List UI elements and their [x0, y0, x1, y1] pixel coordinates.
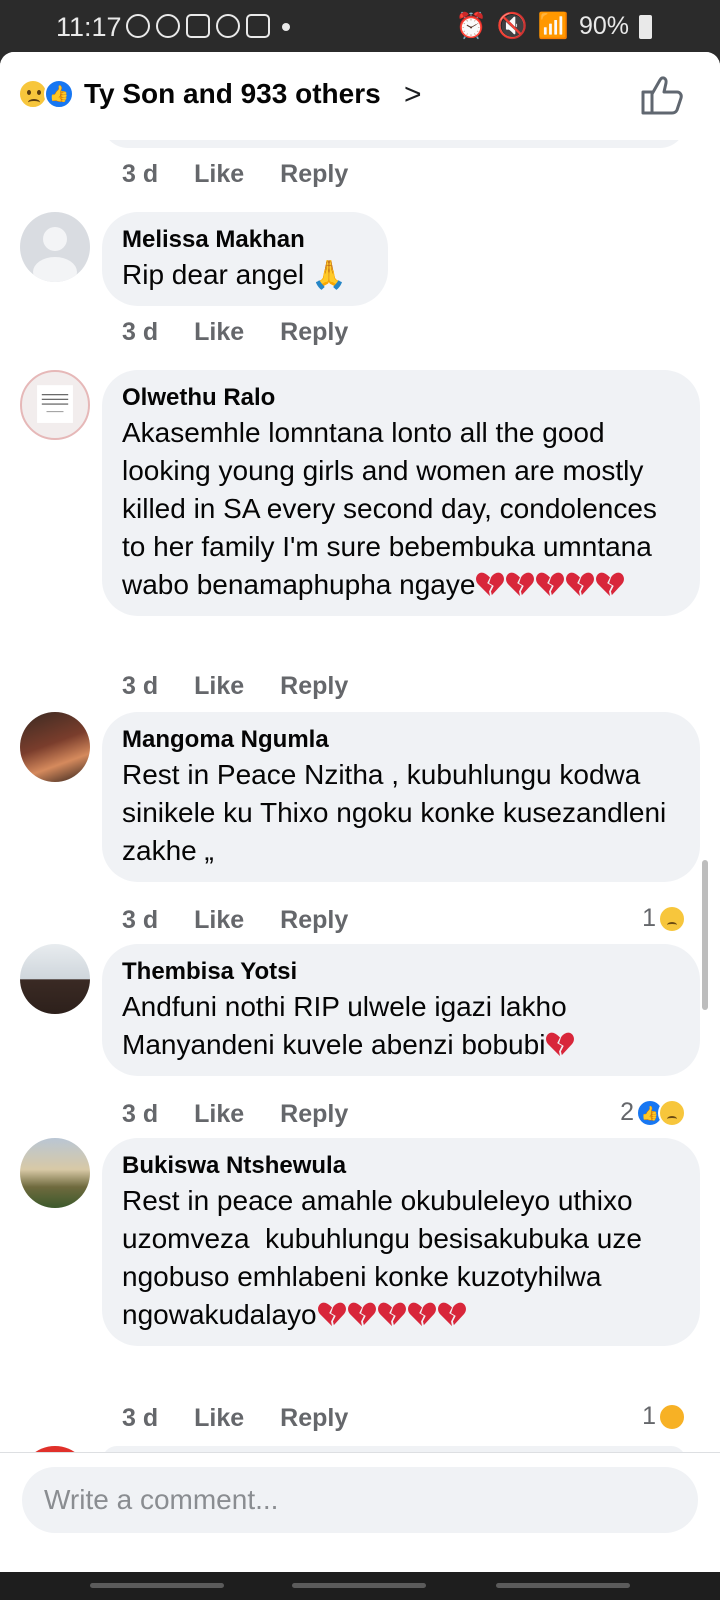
comment-age: 3 d	[122, 906, 159, 934]
reply-link[interactable]: Reply	[280, 906, 348, 935]
comment-age: 3 d	[122, 160, 159, 188]
reactions-header[interactable]: 👍 Ty Son and 933 others >	[0, 52, 720, 140]
thumbs-up-icon[interactable]	[640, 74, 686, 116]
notification-icon	[216, 14, 240, 38]
broken-heart-icon	[317, 1302, 346, 1327]
comment-bubble[interactable]: Melissa Makhan Rip dear angel 🙏	[102, 212, 388, 306]
comment-actions: 3 d Like Reply	[122, 1404, 348, 1433]
reaction-count: 1	[642, 1402, 656, 1430]
battery-level: 90%	[578, 12, 629, 40]
nav-recent-button[interactable]	[90, 1583, 224, 1588]
status-time: 11:17	[56, 12, 122, 42]
inbox-icon	[246, 14, 270, 38]
reply-link[interactable]: Reply	[280, 1404, 348, 1433]
comment-age: 3 d	[122, 1100, 159, 1128]
system-nav-bar	[0, 1572, 720, 1600]
comments-sheet: 👍 Ty Son and 933 others > 3 d Like Reply…	[0, 52, 720, 1572]
avatar[interactable]	[20, 712, 90, 782]
chevron-right-icon[interactable]: >	[404, 78, 422, 112]
comment-composer	[0, 1452, 720, 1572]
comment-text: Rip dear angel 🙏	[122, 259, 347, 290]
reaction-count: 2	[620, 1098, 634, 1126]
comment-age: 3 d	[122, 1404, 159, 1432]
comment-bubble[interactable]: Bukiswa Ntshewula Rest in peace amahle o…	[102, 1138, 700, 1346]
sad-reaction-icon	[658, 904, 686, 933]
reply-link[interactable]: Reply	[280, 1100, 348, 1129]
broken-hearts-emoji	[545, 1029, 575, 1060]
battery-icon	[639, 14, 652, 39]
broken-heart-icon	[437, 1302, 466, 1327]
comment-text: Rest in Peace Nzitha , kubuhlungu kodwa …	[122, 759, 675, 866]
quote-avatar-image	[37, 385, 73, 423]
reply-link[interactable]: Reply	[280, 160, 348, 189]
app-icon	[186, 14, 210, 38]
broken-heart-icon	[476, 572, 505, 597]
broken-heart-icon	[596, 572, 625, 597]
like-link[interactable]: Like	[194, 1100, 244, 1129]
avatar[interactable]	[20, 1138, 90, 1208]
status-bar: 11:17 ⏰ 🔇 📶 90%	[0, 0, 720, 52]
comment-actions: 3 d Like Reply	[122, 1100, 348, 1129]
avatar[interactable]	[20, 370, 90, 440]
comment-author[interactable]: Mangoma Ngumla	[122, 724, 680, 756]
like-link[interactable]: Like	[194, 906, 244, 935]
comment-bubble[interactable]: Mangoma Ngumla Rest in Peace Nzitha , ku…	[102, 712, 700, 882]
sad-reaction-icon	[658, 1098, 686, 1127]
comment-reactions[interactable]: 1	[642, 904, 686, 933]
broken-hearts-emoji	[317, 1299, 467, 1330]
comment-reactions[interactable]: 1	[642, 1402, 686, 1431]
more-dot-icon	[282, 23, 290, 31]
broken-heart-icon	[377, 1302, 406, 1327]
default-avatar-icon	[33, 227, 77, 282]
comment-actions: 3 d Like Reply	[122, 160, 348, 189]
comment-author[interactable]: Bukiswa Ntshewula	[122, 1150, 680, 1182]
broken-heart-icon	[407, 1302, 436, 1327]
like-link[interactable]: Like	[194, 672, 244, 701]
broken-hearts-emoji	[475, 569, 625, 600]
comment-actions: 3 d Like Reply	[122, 672, 348, 701]
system-icons: ⏰ 🔇 📶 90%	[456, 12, 652, 41]
reactions-summary[interactable]: Ty Son and 933 others	[84, 78, 381, 110]
broken-heart-icon	[347, 1302, 376, 1327]
reply-link[interactable]: Reply	[280, 318, 348, 347]
avatar[interactable]	[20, 944, 90, 1014]
broken-heart-icon	[506, 572, 535, 597]
reaction-icons: 👍	[18, 79, 78, 111]
scrollbar[interactable]	[702, 860, 708, 1010]
comment-age: 3 d	[122, 672, 159, 700]
nav-back-button[interactable]	[496, 1583, 630, 1588]
like-link[interactable]: Like	[194, 160, 244, 189]
like-reaction-icon: 👍	[44, 79, 74, 109]
broken-heart-icon	[546, 1032, 575, 1057]
comment-author[interactable]: Olwethu Ralo	[122, 382, 680, 414]
alarm-icon: ⏰	[455, 12, 487, 40]
care-reaction-icon	[658, 1402, 686, 1431]
mute-icon: 🔇	[496, 12, 528, 40]
comment-input[interactable]	[22, 1467, 698, 1533]
comment-text-content: Andfuni nothi RIP ulwele igazi lakho Man…	[122, 991, 575, 1060]
comment-author[interactable]: Thembisa Yotsi	[122, 956, 680, 988]
reply-link[interactable]: Reply	[280, 672, 348, 701]
comment-text: Andfuni nothi RIP ulwele igazi lakho Man…	[122, 988, 680, 1064]
broken-heart-icon	[536, 572, 565, 597]
reaction-count: 1	[642, 904, 656, 932]
comment-text: Rest in peace amahle okubuleleyo uthixo …	[122, 1182, 680, 1334]
like-link[interactable]: Like	[194, 318, 244, 347]
comment-actions: 3 d Like Reply	[122, 906, 348, 935]
comment-bubble[interactable]: Thembisa Yotsi Andfuni nothi RIP ulwele …	[102, 944, 700, 1076]
comment-reactions[interactable]: 2 👍	[620, 1098, 686, 1127]
whatsapp-icon	[126, 14, 150, 38]
broken-heart-icon	[566, 572, 595, 597]
comment-text: Akasemhle lomntana lonto all the good lo…	[122, 414, 680, 604]
messenger-icon	[156, 14, 180, 38]
comment-age: 3 d	[122, 318, 159, 346]
comment-bubble[interactable]: Olwethu Ralo Akasemhle lomntana lonto al…	[102, 370, 700, 616]
comment-author[interactable]: Melissa Makhan	[122, 224, 368, 256]
comment-actions: 3 d Like Reply	[122, 318, 348, 347]
signal-icon: 📶	[537, 12, 569, 40]
avatar[interactable]	[20, 212, 90, 282]
notification-icons	[126, 14, 290, 38]
like-link[interactable]: Like	[194, 1404, 244, 1433]
nav-home-button[interactable]	[292, 1583, 426, 1588]
